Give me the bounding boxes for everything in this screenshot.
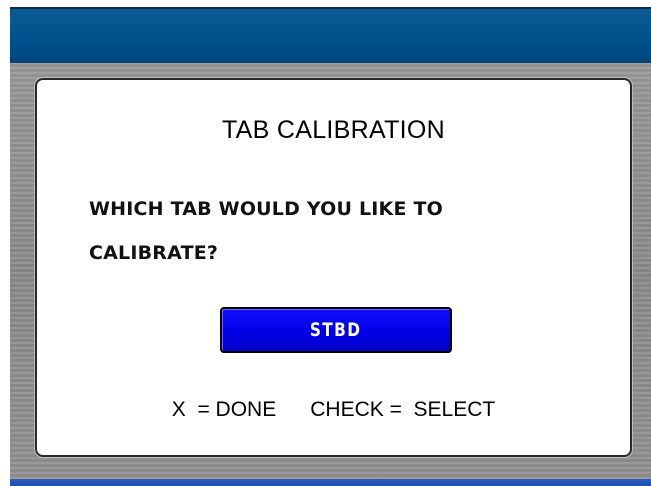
bottom-bar xyxy=(10,479,651,486)
tab-calibration-dialog: TAB CALIBRATION WHICH TAB WOULD YOU LIKE… xyxy=(35,78,632,457)
title-bar xyxy=(10,7,651,63)
select-hint: CHECK = SELECT xyxy=(310,398,496,421)
key-hints: X = DONE CHECK = SELECT xyxy=(37,398,630,422)
stbd-tab-label: STBD xyxy=(310,319,362,341)
left-edge xyxy=(0,7,10,486)
stbd-tab-button[interactable]: STBD xyxy=(220,307,452,353)
dialog-title: TAB CALIBRATION xyxy=(221,116,446,144)
prompt-line-1: WHICH TAB WOULD YOU LIKE TO xyxy=(89,198,443,220)
calibration-prompt: WHICH TAB WOULD YOU LIKE TO CALIBRATE? xyxy=(89,187,559,275)
top-strip xyxy=(0,0,80,7)
done-hint: X = DONE xyxy=(171,398,277,421)
prompt-line-2: CALIBRATE? xyxy=(89,242,219,264)
